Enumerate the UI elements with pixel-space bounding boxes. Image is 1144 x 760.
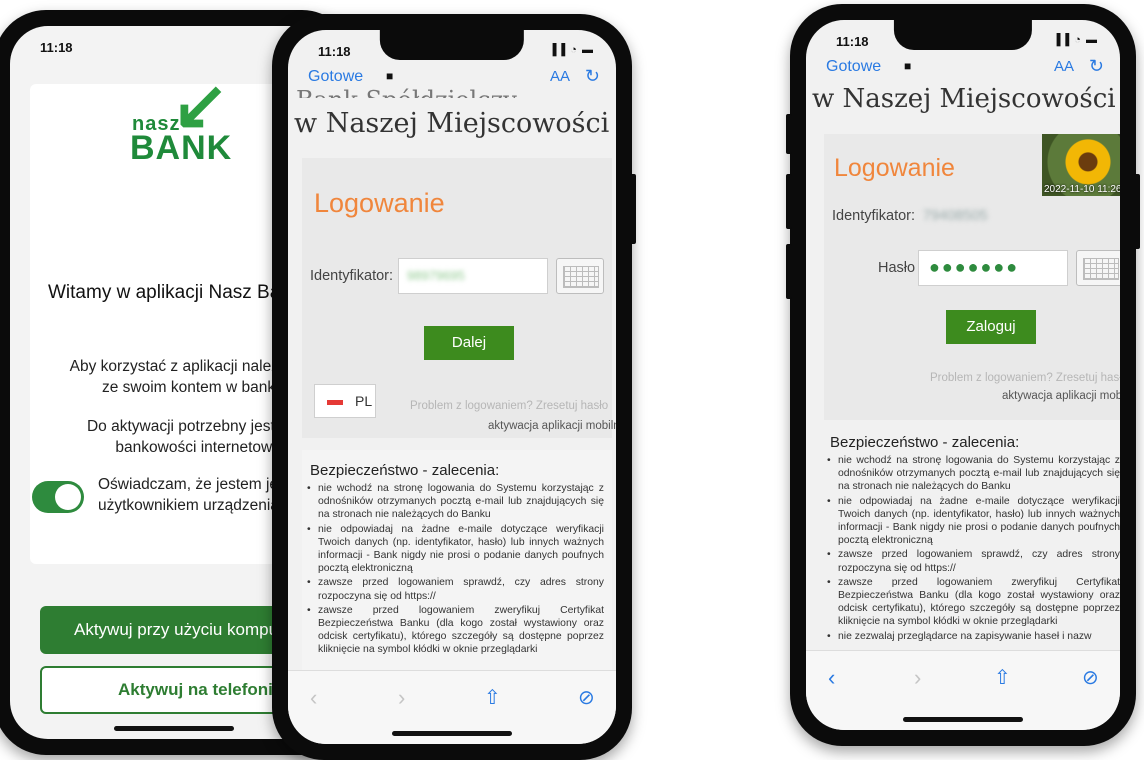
- login-heading: Logowanie: [314, 188, 445, 218]
- password-value: ●●●●●●●: [929, 257, 1020, 277]
- security-item: zawsze przed logowaniem zweryfikuj Certy…: [306, 604, 604, 657]
- done-button[interactable]: Gotowe: [826, 58, 881, 76]
- share-icon[interactable]: ⇧: [484, 685, 501, 710]
- text-size-button[interactable]: AA: [1054, 58, 1074, 75]
- password-label: Hasło: [878, 260, 916, 276]
- password-input[interactable]: ●●●●●●●: [918, 250, 1068, 286]
- reset-password-link[interactable]: Problem z logowaniem? Zresetuj hasło: [410, 400, 608, 412]
- welcome-heading: Witamy w aplikacji Nasz Ba: [48, 282, 281, 303]
- home-indicator: [392, 731, 512, 736]
- identifier-input[interactable]: 98979695: [398, 258, 548, 294]
- browser-screen: 11:18 ▐▐ ◔ ▬ Gotowe ■ AA ↻ w Naszej Miej…: [806, 20, 1120, 730]
- forward-icon[interactable]: ›: [914, 665, 921, 691]
- language-code: PL: [355, 393, 373, 409]
- security-item: zawsze przed logowaniem sprawdź, czy adr…: [826, 548, 1120, 574]
- bank-name-line-2: w Naszej Miejscowości: [294, 108, 610, 139]
- mobile-activation-link[interactable]: aktywacja aplikacji mobilnej: [488, 420, 616, 432]
- identifier-value: 79408505: [923, 208, 988, 224]
- text-size-button[interactable]: AA: [550, 68, 570, 85]
- security-item: zawsze przed logowaniem zweryfikuj Certy…: [826, 576, 1120, 629]
- lock-icon: ■: [904, 59, 912, 73]
- home-indicator: [114, 726, 234, 731]
- status-time: 11:18: [318, 44, 351, 59]
- browser-nav-bar: Gotowe ■ AA ↻: [806, 56, 1120, 82]
- logo-text-bank: BANK: [130, 129, 233, 167]
- reload-icon[interactable]: ↻: [1089, 56, 1104, 77]
- identifier-label: Identyfikator:: [310, 268, 394, 284]
- status-bar: 11:18 ▐▐ ◔ ▬: [806, 30, 1120, 52]
- security-image-timestamp: 2022-11-10 11:26: [1044, 184, 1120, 195]
- mute-switch: [786, 114, 792, 154]
- volume-up-button: [786, 174, 792, 229]
- bank-name: w Naszej Miejscowości: [812, 84, 1116, 114]
- security-item: nie odpowiadaj na żadne e-maile dotycząc…: [826, 495, 1120, 548]
- nasz-bank-logo: ↙ nasz BANK: [130, 71, 240, 171]
- security-list: nie wchodź na stronę logowania do System…: [826, 454, 1120, 674]
- back-icon[interactable]: ‹: [828, 665, 835, 691]
- back-icon[interactable]: ‹: [310, 685, 317, 711]
- reset-password-link[interactable]: Problem z logowaniem? Zresetuj hasło: [930, 372, 1120, 384]
- signal-icon: ▐▐: [548, 44, 567, 56]
- power-button: [1134, 174, 1140, 249]
- identifier-label-text: Identyfikator:: [832, 208, 916, 224]
- security-item: nie wchodź na stronę logowania do System…: [306, 482, 604, 522]
- lock-icon: ■: [386, 69, 394, 83]
- signal-icon: ▐▐: [1052, 34, 1071, 46]
- compass-icon[interactable]: ⊘: [578, 685, 595, 710]
- security-item: nie zezwalaj przeglądarce na zapisywanie…: [826, 630, 1120, 643]
- security-heading: Bezpieczeństwo - zalecenia:: [310, 462, 500, 479]
- declaration-line-2: użytkownikiem urządzenia: [98, 497, 279, 514]
- phone-browser-login-step1: 11:18 ▐▐ ◔ ▬ Gotowe ■ AA ↻ Bank Spółdzie…: [272, 14, 636, 760]
- battery-icon: ▬: [1086, 34, 1098, 46]
- share-icon[interactable]: ⇧: [994, 665, 1011, 690]
- login-button[interactable]: Zaloguj: [946, 310, 1036, 344]
- security-list: nie wchodź na stronę logowania do System…: [306, 482, 604, 680]
- security-item: nie wchodź na stronę logowania do System…: [826, 454, 1120, 494]
- mobile-activation-link[interactable]: aktywacja aplikacji mobilnej: [1002, 390, 1120, 402]
- keyboard-icon[interactable]: [1076, 250, 1120, 286]
- keyboard-icon[interactable]: [556, 258, 604, 294]
- power-button: [630, 174, 636, 244]
- identifier-label: Identyfikator: 79408505: [832, 208, 988, 224]
- wifi-icon: ◔: [570, 44, 578, 56]
- login-heading: Logowanie: [834, 154, 955, 182]
- reload-icon[interactable]: ↻: [585, 66, 600, 87]
- status-time: 11:18: [836, 34, 869, 49]
- compass-icon[interactable]: ⊘: [1082, 665, 1099, 690]
- phone-browser-login-step2: 11:18 ▐▐ ◔ ▬ Gotowe ■ AA ↻ w Naszej Miej…: [786, 4, 1140, 746]
- declaration-line-1: Oświadczam, że jestem jed: [98, 476, 287, 493]
- browser-screen: 11:18 ▐▐ ◔ ▬ Gotowe ■ AA ↻ Bank Spółdzie…: [288, 30, 616, 744]
- identifier-value: 98979695: [407, 268, 465, 283]
- security-image: 2022-11-10 11:26: [1042, 134, 1120, 196]
- status-icons: ▐▐ ◔ ▬: [1053, 34, 1098, 46]
- status-time: 11:18: [40, 40, 73, 55]
- browser-nav-bar: Gotowe ■ AA ↻: [288, 66, 616, 92]
- done-button[interactable]: Gotowe: [308, 68, 363, 86]
- language-selector[interactable]: PL: [314, 384, 376, 418]
- volume-down-button: [786, 244, 792, 299]
- battery-icon: ▬: [582, 44, 594, 56]
- forward-icon[interactable]: ›: [398, 685, 405, 711]
- pl-flag-icon: [327, 400, 343, 405]
- wifi-icon: ◔: [1074, 34, 1082, 46]
- next-button[interactable]: Dalej: [424, 326, 514, 360]
- security-item: zawsze przed logowaniem sprawdź, czy adr…: [306, 576, 604, 602]
- toggle-knob: [55, 484, 81, 510]
- security-heading: Bezpieczeństwo - zalecenia:: [830, 434, 1020, 451]
- status-bar: 11:18 ▐▐ ◔ ▬: [288, 40, 616, 62]
- declaration-label: Oświadczam, że jestem jed użytkownikiem …: [98, 474, 287, 516]
- home-indicator: [903, 717, 1023, 722]
- security-item: nie odpowiadaj na żadne e-maile dotycząc…: [306, 523, 604, 576]
- status-icons: ▐▐ ◔ ▬: [549, 44, 594, 56]
- owner-declaration-toggle[interactable]: [32, 481, 84, 513]
